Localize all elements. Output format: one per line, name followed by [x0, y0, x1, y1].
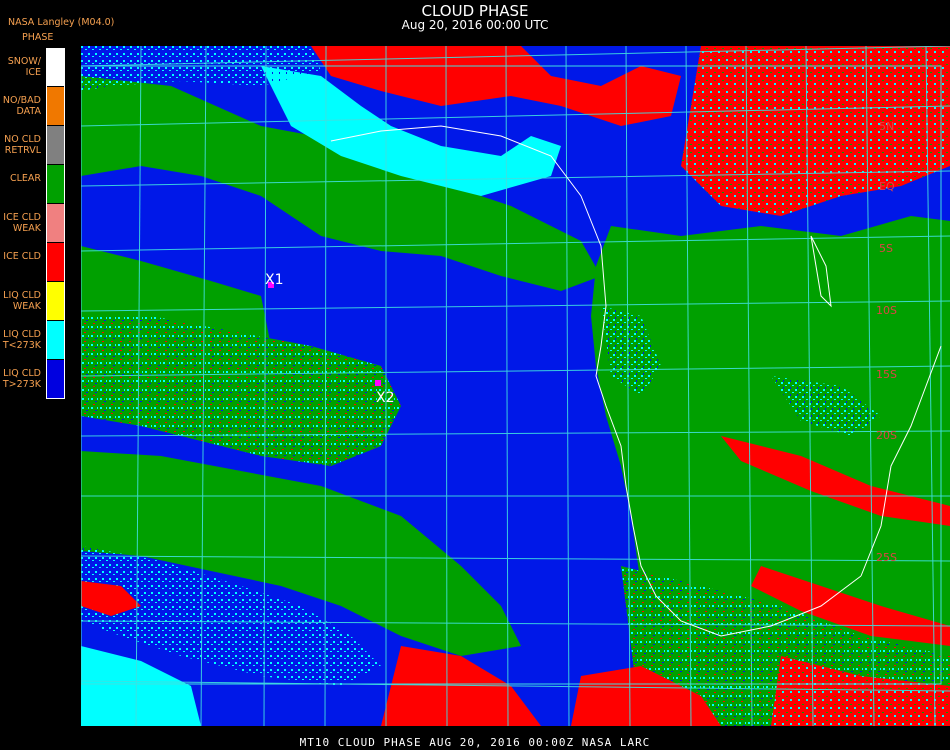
footer-caption: MT10 CLOUD PHASE AUG 20, 2016 00:00Z NAS…	[299, 736, 651, 749]
legend-label: LIQ CLD WEAK	[3, 290, 41, 312]
legend-title: PHASE	[22, 32, 54, 43]
lat-label-5n: 5N	[879, 120, 894, 133]
cloud-phase-map[interactable]: 5N EQ 5S 10S 15S 20S 25S X1 X2	[81, 46, 950, 726]
legend-label: NO CLD RETRVL	[4, 134, 41, 156]
marker-x2-label: X2	[376, 390, 395, 406]
lat-label-15s: 15S	[876, 368, 897, 381]
legend-label: NO/BAD DATA	[2, 95, 41, 117]
legend-label: CLEAR	[9, 173, 41, 184]
legend-label: ICE CLD WEAK	[3, 212, 41, 234]
legend-frame	[46, 48, 65, 399]
lat-label-eq: EQ	[879, 180, 895, 193]
marker-x2-dot	[375, 380, 381, 386]
lat-label-5s: 5S	[879, 242, 893, 255]
page-subtitle: Aug 20, 2016 00:00 UTC	[401, 18, 549, 32]
lat-label-25s: 25S	[876, 551, 897, 564]
legend-label: LIQ CLD T<273K	[2, 329, 41, 351]
lat-label-10s: 10S	[876, 304, 897, 317]
lat-label-20s: 20S	[876, 429, 897, 442]
legend-label: SNOW/ ICE	[7, 56, 41, 78]
legend-label: ICE CLD	[3, 251, 41, 262]
legend-label: LIQ CLD T>273K	[2, 368, 41, 390]
header: NASA Langley (M04.0) PHASE CLOUD PHASE A…	[0, 0, 950, 46]
map-svg: 5N EQ 5S 10S 15S 20S 25S X1 X2	[81, 46, 950, 726]
marker-x1-label: X1	[265, 272, 284, 288]
